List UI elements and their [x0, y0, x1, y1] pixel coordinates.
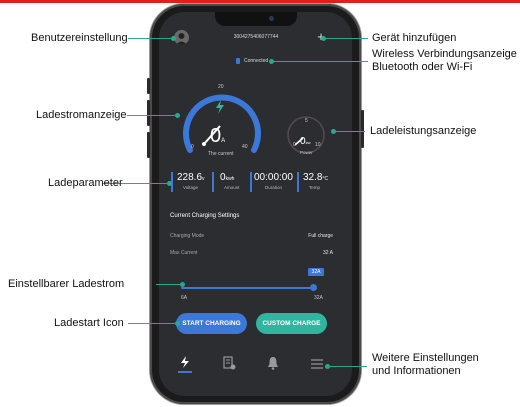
power-gauge-label: Power — [300, 150, 313, 155]
callout-wireless-line2: Bluetooth oder Wi-Fi — [372, 61, 473, 73]
param-voltage: 228.6v Voltage — [171, 172, 209, 192]
camera-icon — [269, 16, 274, 21]
nav-active-indicator — [178, 371, 192, 373]
callout-more-line2: und Informationen — [372, 365, 461, 377]
voltage-unit: v — [202, 176, 205, 182]
phone-side-button — [361, 110, 364, 148]
start-charging-button[interactable]: START CHARGING — [176, 313, 247, 334]
phone-side-button — [147, 100, 150, 126]
callout-dot-current — [175, 113, 180, 118]
param-voltage-value: 228.6v — [177, 172, 205, 183]
power-value: 0kw — [300, 136, 310, 147]
bluetooth-icon — [236, 58, 240, 64]
phone-side-button — [147, 78, 150, 94]
nav-menu-tab[interactable] — [310, 357, 324, 369]
callout-dot-power — [331, 129, 336, 134]
callout-wireless-line1: Wireless Verbindungsanzeige — [372, 48, 517, 60]
temp-number: 32.8 — [303, 172, 323, 183]
menu-icon — [311, 359, 323, 369]
phone-notch — [215, 12, 297, 26]
param-temp-value: 32.8°C — [303, 172, 328, 183]
settings-title: Current Charging Settings — [170, 213, 240, 219]
callout-dot-slider — [180, 282, 185, 287]
power-value-unit: kw — [305, 140, 311, 145]
callout-dot-wireless — [269, 59, 274, 64]
charging-mode-value[interactable]: Full charge — [283, 233, 333, 239]
callout-start-icon: Ladestart Icon — [54, 317, 124, 329]
callout-dot-start — [175, 321, 180, 326]
duration-number: 00:00:00 — [254, 172, 293, 183]
slider-fill — [181, 287, 317, 289]
lightning-icon — [181, 356, 189, 368]
max-current-label: Max Current — [170, 250, 198, 256]
voltage-number: 228.6 — [177, 172, 203, 183]
callout-current-display: Ladestromanzeige — [36, 109, 127, 121]
callout-adjustable-current: Einstellbarer Ladestrom — [8, 278, 125, 290]
connection-status: Connected — [244, 58, 269, 64]
current-gauge-needle-pivot — [202, 142, 206, 146]
slider-badge: 32A — [308, 268, 324, 276]
param-amount-value: 0kwh — [220, 172, 234, 183]
user-icon — [176, 33, 187, 45]
callout-line-wireless — [271, 61, 368, 62]
top-accent-bar — [0, 0, 520, 3]
current-scale-mid: 20 — [218, 84, 224, 90]
param-amount: 0kwh Amount — [212, 172, 248, 192]
nav-home-tab[interactable] — [178, 355, 192, 375]
user-avatar-button[interactable] — [174, 30, 189, 45]
callout-add-device: Gerät hinzufügen — [372, 32, 457, 44]
param-duration-value: 00:00:00 — [254, 172, 293, 183]
current-value: 0A — [210, 126, 225, 151]
voltage-label: Voltage — [183, 185, 199, 190]
nav-records-tab[interactable] — [222, 356, 236, 370]
callout-more-settings: Weitere Einstellungen und Informationen — [372, 352, 479, 378]
slider-max-label: 32A — [314, 295, 323, 301]
power-scale-max: 10 — [315, 142, 321, 148]
amount-unit: kwh — [225, 176, 235, 182]
lightning-icon — [216, 100, 224, 114]
power-scale-mid: 5 — [305, 118, 308, 124]
callout-line-start — [128, 323, 177, 324]
callout-more-line1: Weitere Einstellungen — [372, 352, 479, 364]
callout-user-settings: Benutzereinstellung — [31, 32, 128, 44]
callout-line-add — [323, 38, 368, 39]
callout-wireless: Wireless Verbindungsanzeige Bluetooth od… — [372, 48, 517, 74]
slider-knob[interactable] — [310, 284, 317, 291]
temp-unit: °C — [322, 176, 329, 182]
current-value-unit: A — [221, 138, 226, 144]
current-scale-max: 40 — [242, 144, 248, 150]
callout-line-current — [127, 115, 177, 116]
callout-line-slider — [156, 284, 182, 285]
duration-label: Duration — [265, 185, 283, 190]
current-value-number: 0 — [210, 125, 222, 147]
phone-side-button — [147, 132, 150, 158]
callout-line-user — [128, 38, 173, 39]
max-current-value: 32 A — [322, 250, 333, 256]
current-gauge-label: The current — [208, 151, 234, 157]
param-temp: 32.8°C Temp — [297, 172, 333, 192]
callout-charge-params: Ladeparameter — [48, 177, 123, 189]
temp-label: Temp — [309, 185, 321, 190]
callout-dot-add — [321, 36, 326, 41]
device-id: 3004275406077744 — [233, 34, 279, 40]
app-screen — [159, 12, 352, 396]
callout-power-display: Ladeleistungsanzeige — [370, 125, 477, 137]
callout-dot-menu — [325, 364, 330, 369]
current-slider[interactable] — [181, 283, 317, 293]
power-scale-min: 0 — [293, 142, 296, 148]
slider-min-label: 6A — [181, 295, 188, 301]
callout-dot-params — [167, 181, 172, 186]
callout-line-menu — [327, 366, 367, 367]
amount-label: Amount — [224, 185, 240, 190]
current-scale-min: 0 — [191, 144, 194, 150]
nav-notifications-tab[interactable] — [266, 356, 280, 370]
param-duration: 00:00:00 Duration — [250, 172, 296, 192]
bell-icon — [268, 357, 278, 370]
document-icon — [223, 356, 236, 370]
custom-charge-button[interactable]: CUSTOM CHARGE — [256, 313, 327, 334]
callout-line-power — [333, 131, 365, 132]
callout-dot-user — [171, 36, 176, 41]
charging-mode-label: Charging Mode — [170, 233, 205, 239]
